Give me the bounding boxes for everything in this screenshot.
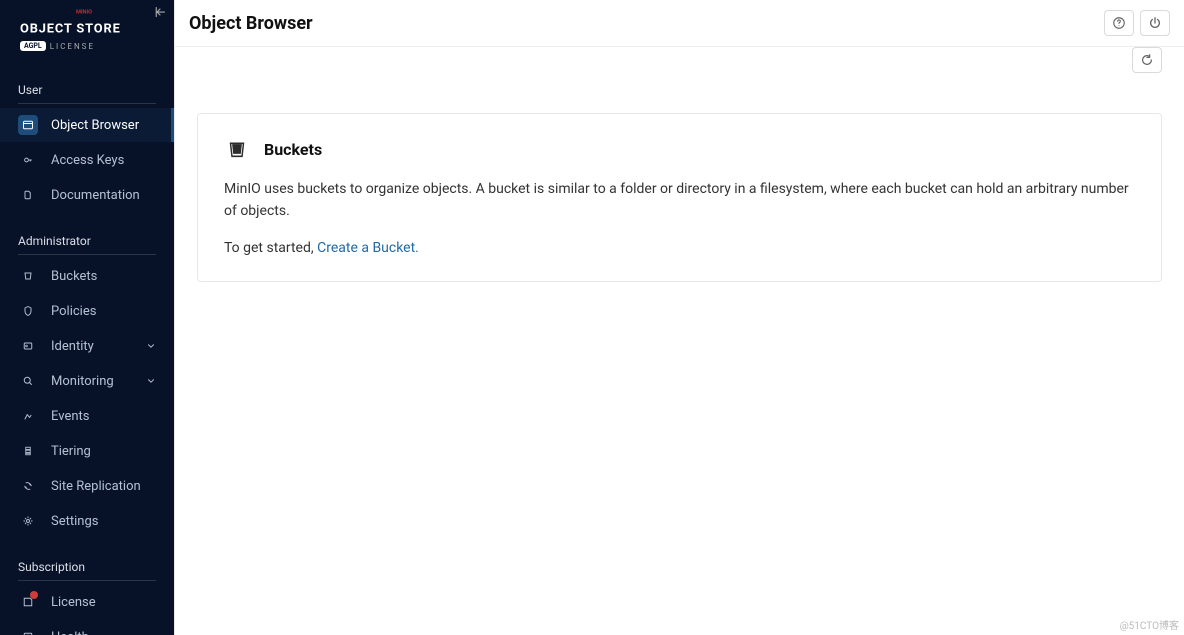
nav-label: Events [51, 409, 156, 424]
health-icon [18, 627, 38, 635]
sidebar-item-policies[interactable]: Policies [0, 294, 174, 328]
section-label: Subscription [0, 560, 174, 580]
sidebar-item-site-replication[interactable]: Site Replication [0, 469, 174, 503]
object-browser-icon [18, 115, 38, 135]
tiering-icon [18, 441, 38, 461]
license-badge: AGPL [20, 41, 46, 51]
object-store-logo-icon: OBJECT STORE [20, 19, 174, 37]
sidebar-item-access-keys[interactable]: Access Keys [0, 143, 174, 177]
card-title: Buckets [264, 140, 322, 159]
main-content: Object Browser Buckets MinIO uses [174, 0, 1184, 635]
buckets-icon [18, 266, 38, 286]
sidebar-item-tiering[interactable]: Tiering [0, 434, 174, 468]
chevron-down-icon [146, 376, 156, 386]
nav-label: Buckets [51, 269, 156, 284]
monitoring-icon [18, 371, 38, 391]
nav-label: Health [51, 630, 156, 635]
sidebar-item-events[interactable]: Events [0, 399, 174, 433]
site-replication-icon [18, 476, 38, 496]
nav-label: Site Replication [51, 479, 156, 494]
svg-text:MINIO: MINIO [76, 10, 92, 15]
section-label: User [0, 83, 174, 103]
nav-label: Documentation [51, 188, 156, 203]
sidebar-item-monitoring[interactable]: Monitoring [0, 364, 174, 398]
svg-text:OBJECT STORE: OBJECT STORE [20, 21, 121, 36]
nav-label: Identity [51, 339, 146, 354]
sidebar-item-identity[interactable]: Identity [0, 329, 174, 363]
settings-icon [18, 511, 38, 531]
help-icon [1112, 16, 1126, 30]
refresh-button[interactable] [1132, 47, 1162, 73]
card-description: MinIO uses buckets to organize objects. … [224, 178, 1135, 223]
nav-label: License [51, 595, 156, 610]
policies-icon [18, 301, 38, 321]
license-text: LICENSE [50, 42, 95, 51]
sidebar-item-settings[interactable]: Settings [0, 504, 174, 538]
refresh-icon [1140, 53, 1154, 67]
section-subscription: Subscription License Health Performance [0, 560, 174, 635]
license-badge-dot [30, 591, 38, 599]
nav-label: Settings [51, 514, 156, 529]
sidebar-item-license[interactable]: License [0, 585, 174, 619]
sidebar-item-health[interactable]: Health [0, 620, 174, 635]
events-icon [18, 406, 38, 426]
access-keys-icon [18, 150, 38, 170]
documentation-icon [18, 185, 38, 205]
started-prefix: To get started, [224, 240, 317, 256]
identity-icon [18, 336, 38, 356]
section-user: User Object Browser Access Keys Document… [0, 83, 174, 212]
sidebar-item-buckets[interactable]: Buckets [0, 259, 174, 293]
nav-label: Access Keys [51, 153, 156, 168]
page-title: Object Browser [189, 13, 313, 34]
sidebar-item-object-browser[interactable]: Object Browser [0, 108, 174, 142]
top-actions [1104, 10, 1170, 36]
help-button[interactable] [1104, 10, 1134, 36]
content-area: Buckets MinIO uses buckets to organize o… [175, 47, 1184, 304]
sidebar: MINIO OBJECT STORE AGPL LICENSE User Obj… [0, 0, 174, 635]
create-bucket-link[interactable]: Create a Bucket. [317, 240, 419, 256]
nav-label: Monitoring [51, 374, 146, 389]
bucket-icon [224, 136, 250, 162]
watermark: @51CTO博客 [1120, 617, 1179, 632]
power-icon [1148, 16, 1162, 30]
nav-label: Object Browser [51, 118, 153, 133]
chevron-down-icon [146, 341, 156, 351]
logo: MINIO OBJECT STORE AGPL LICENSE [0, 0, 174, 55]
nav-label: Tiering [51, 444, 156, 459]
minio-logo-icon: MINIO [20, 8, 174, 15]
nav-label: Policies [51, 304, 156, 319]
collapse-sidebar-button[interactable] [152, 4, 168, 20]
section-label: Administrator [0, 234, 174, 254]
bucket-card: Buckets MinIO uses buckets to organize o… [197, 113, 1162, 282]
top-bar: Object Browser [175, 0, 1184, 47]
logout-button[interactable] [1140, 10, 1170, 36]
section-administrator: Administrator Buckets Policies Identity … [0, 234, 174, 538]
sidebar-item-documentation[interactable]: Documentation [0, 178, 174, 212]
